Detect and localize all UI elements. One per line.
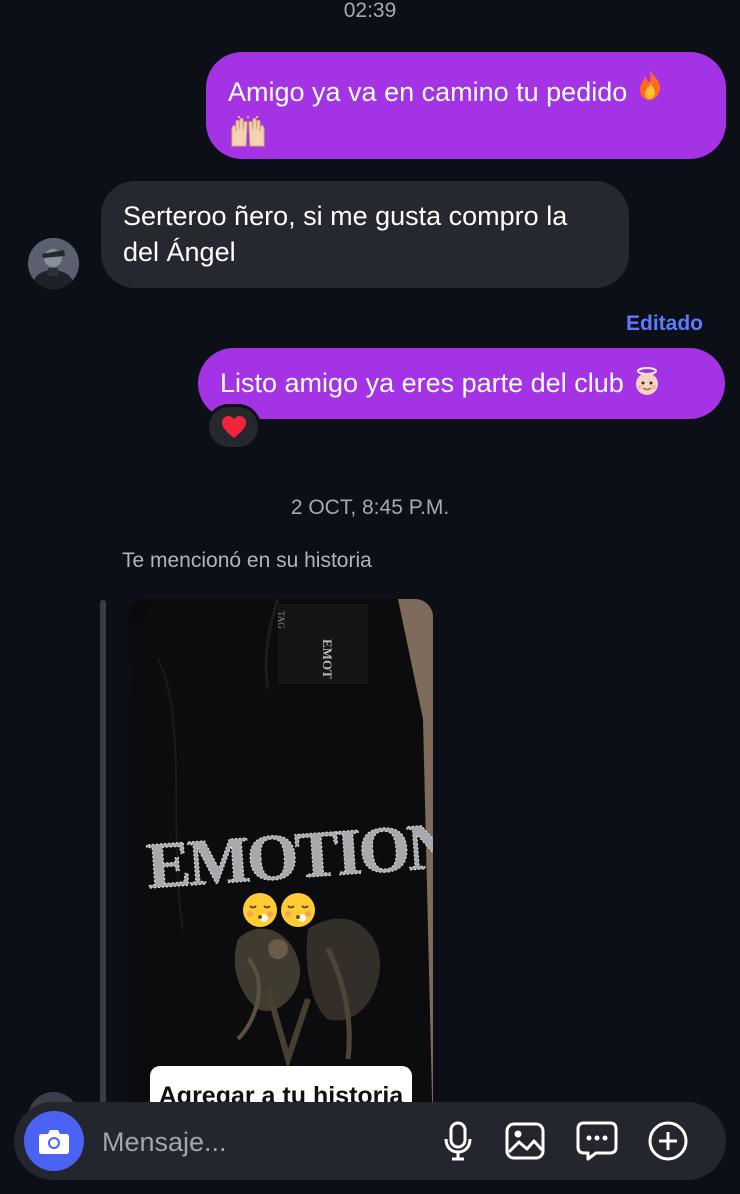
plus-icon[interactable]: [646, 1119, 690, 1163]
fire-emoji: [635, 69, 665, 110]
story-preview[interactable]: EMOT TAG EMOTION: [128, 599, 433, 1139]
message-text-line2: del Ángel: [123, 237, 236, 267]
baby-angel-emoji: [631, 367, 663, 398]
message-text: Amigo ya va en camino tu pedido: [228, 77, 628, 107]
message-text-line1: Serteroo ñero, si me gusta compro la: [123, 201, 568, 231]
camera-button[interactable]: [24, 1111, 84, 1171]
contact-avatar[interactable]: [28, 238, 79, 289]
message-text: Listo amigo ya eres parte del club: [220, 368, 624, 398]
red-heart-icon: [221, 416, 246, 438]
message-input[interactable]: [100, 1121, 424, 1163]
raising-hands-emoji: [228, 115, 266, 147]
message-composer: [14, 1102, 726, 1180]
story-emojis: [242, 890, 322, 935]
edited-label: Editado: [626, 312, 703, 335]
gallery-icon[interactable]: [503, 1119, 547, 1163]
timestamp-top: 02:39: [343, 0, 397, 22]
camera-icon: [39, 1130, 69, 1154]
message-bubble-outgoing[interactable]: Amigo ya va en camino tu pedido: [206, 52, 726, 159]
chat-screen: 02:39 Amigo ya va en camino tu pedido Se…: [0, 0, 740, 1194]
message-bubble-incoming[interactable]: Serteroo ñero, si me gusta compro la del…: [101, 181, 629, 288]
timestamp-middle: 2 OCT, 8:45 P.M.: [290, 496, 450, 519]
shirt-tag-text: EMOT: [320, 639, 335, 679]
story-mention-label: Te mencionó en su historia: [122, 549, 372, 572]
story-reply-bar: [100, 600, 106, 1120]
svg-text:TAG: TAG: [276, 611, 286, 629]
face-exhaling-emoji: [243, 893, 277, 927]
face-exhaling-emoji: [281, 893, 315, 927]
sticker-icon[interactable]: [575, 1119, 619, 1163]
message-bubble-outgoing[interactable]: Listo amigo ya eres parte del club: [198, 348, 725, 419]
microphone-icon[interactable]: [436, 1119, 480, 1163]
heart-reaction[interactable]: [206, 404, 261, 450]
